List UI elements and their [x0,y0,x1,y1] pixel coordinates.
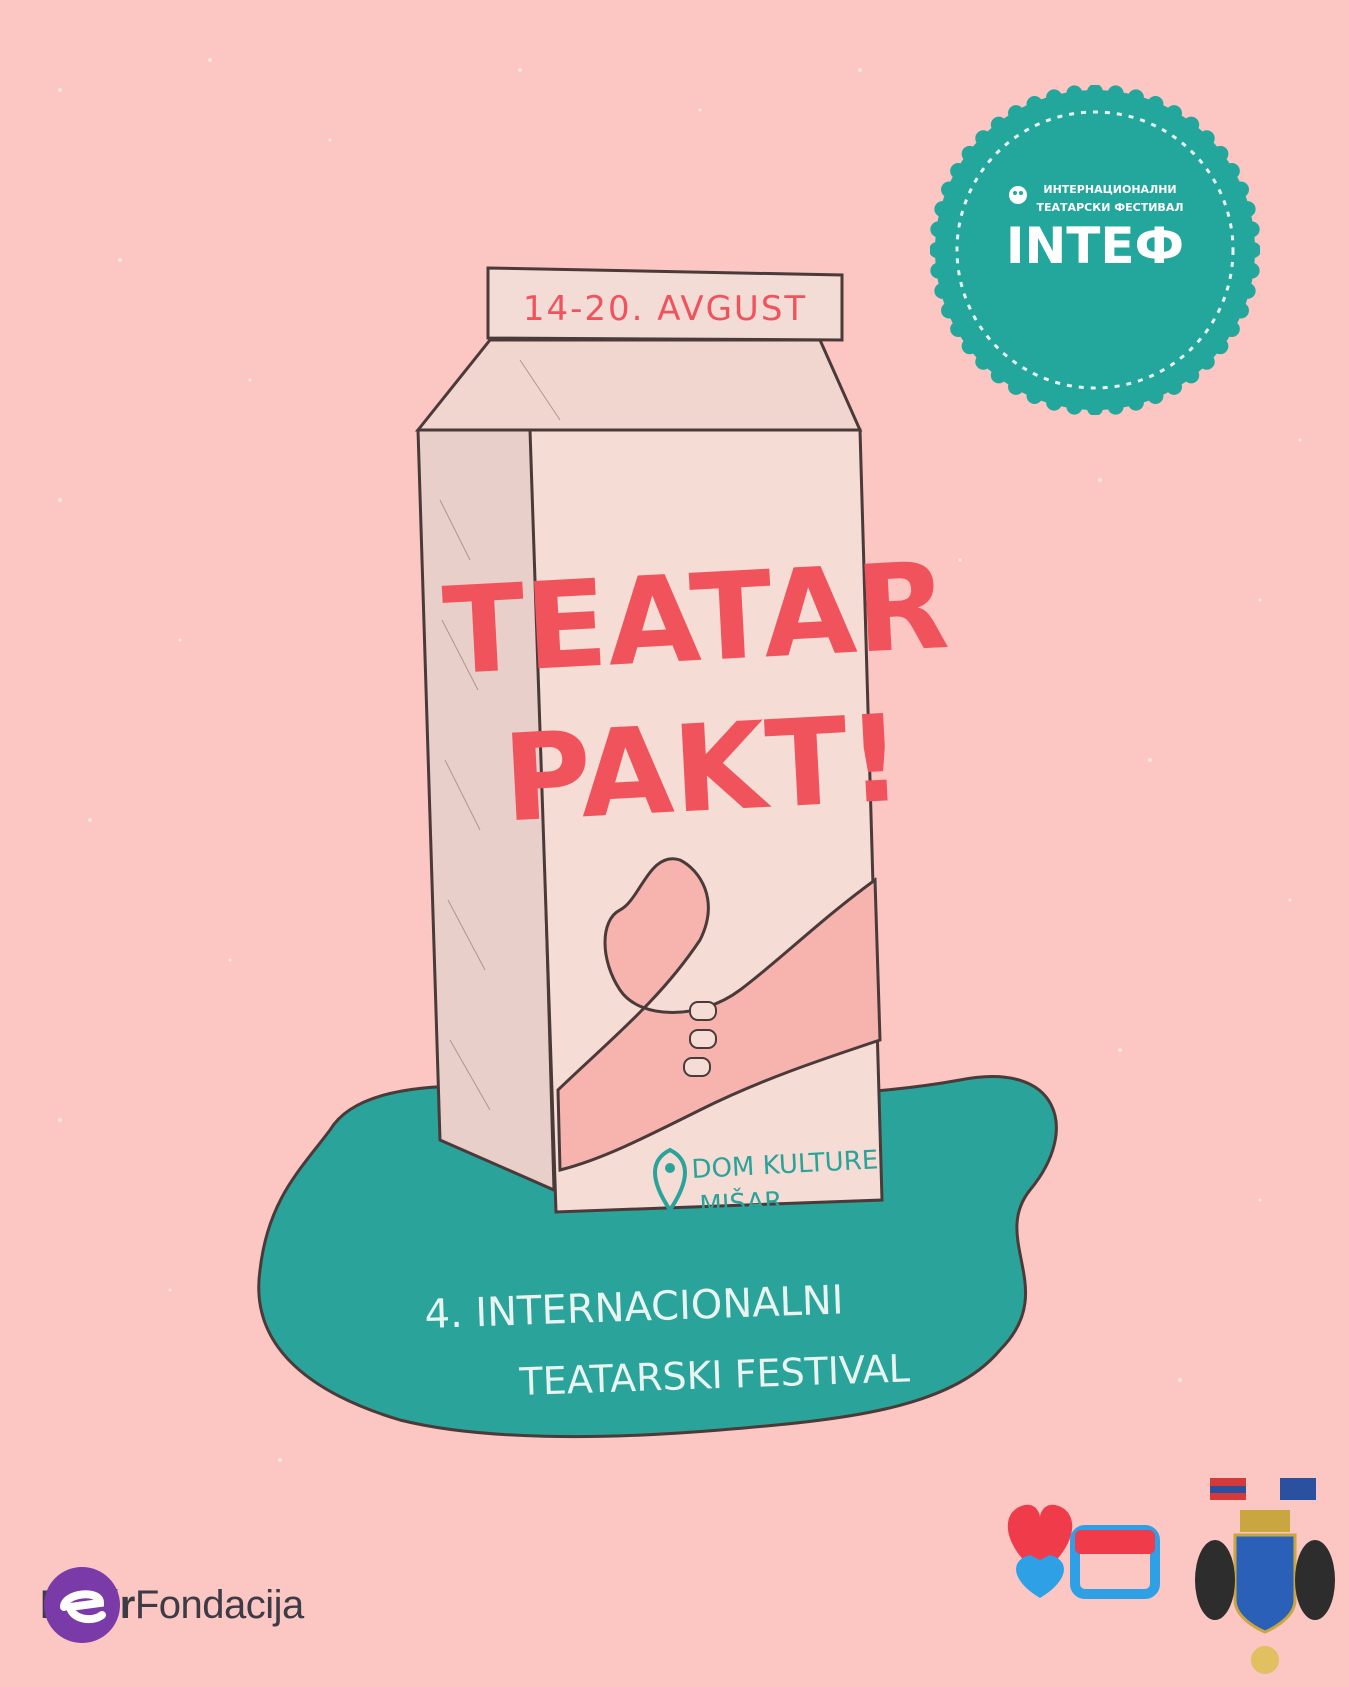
partner-logo-heart [1007,1504,1160,1599]
badge-scallop [1183,367,1200,384]
badge-scallop [1127,89,1144,106]
festival-poster: 14-20. AVGUST TEATAR PAKT! DOM KULTURE M… [0,0,1349,1687]
badge-scallop [941,181,958,198]
badge-scallop [1066,85,1083,102]
badge-scallop [1223,321,1240,337]
badge-scallop [1066,398,1083,415]
poster-title-line2: PAKT! [500,690,906,850]
badge-scallop [1008,105,1024,122]
badge-scallop [975,130,992,147]
badge-scallop [1198,353,1215,370]
badge-scallop [1232,181,1249,198]
badge-scallop [975,353,992,370]
badge-scallop [1212,338,1229,355]
badge-scallop [1166,378,1182,395]
carton-gable [414,338,863,432]
badge-scallop [1046,394,1063,411]
badge-scallop [934,282,951,299]
badge-scallop [1107,398,1124,415]
elixir-e-icon [44,1567,120,1643]
badge-scallop [1008,378,1024,395]
badge-scallop [930,221,947,238]
badge-scallop [934,201,951,218]
badge-scallop [1127,394,1144,411]
sponsor-name-light: Fondacija [134,1582,304,1627]
badge-scallop [1147,387,1164,404]
badge-scallop [1232,302,1249,319]
venue-line2: MIŠAR [699,1185,784,1221]
poster-title-line1: TEATAR [440,537,952,702]
badge-scallop [1147,96,1164,113]
badge-scallop [1026,387,1043,404]
badge-scallop [930,262,947,279]
badge-scallop [1239,282,1256,299]
badge-scallop [1239,201,1256,218]
badge-scallop [990,367,1007,384]
badge-scallop [1243,262,1260,279]
badge-line1: ИНТЕРНАЦИОНАЛНИ [1043,183,1176,196]
coat-of-arms-emblem [1195,1478,1335,1674]
badge-scallop [1223,163,1240,179]
badge-scallop [1026,96,1043,113]
badge-line2: ТЕАТАРСКИ ФЕСТИВАЛ [1037,201,1184,214]
badge-scallop [950,321,967,337]
badge-scallop [961,145,978,162]
badge-scallop [990,116,1007,133]
badge-scallop [941,302,958,319]
badge-scallop [1243,221,1260,238]
badge-wordmark: INTEФ [1006,217,1184,275]
intef-badge: ИНТЕРНАЦИОНАЛНИ ТЕАТАРСКИ ФЕСТИВАЛ INTEФ [930,85,1260,415]
badge-seal: ИНТЕРНАЦИОНАЛНИ ТЕАТАРСКИ ФЕСТИВАЛ INTEФ [930,85,1260,415]
poster-dates: 14-20. AVGUST [523,289,807,329]
badge-scallop [1046,89,1063,106]
mask-icon [1009,186,1027,204]
badge-scallop [1183,116,1200,133]
badge-scallop [1107,85,1124,102]
badge-scallop [1198,130,1215,147]
badge-scallop [950,163,967,179]
badge-scallop [1166,105,1182,122]
badge-scallop [1212,145,1229,162]
sponsor-logo: ElixirFondacija [40,1563,304,1647]
badge-scallop [961,338,978,355]
